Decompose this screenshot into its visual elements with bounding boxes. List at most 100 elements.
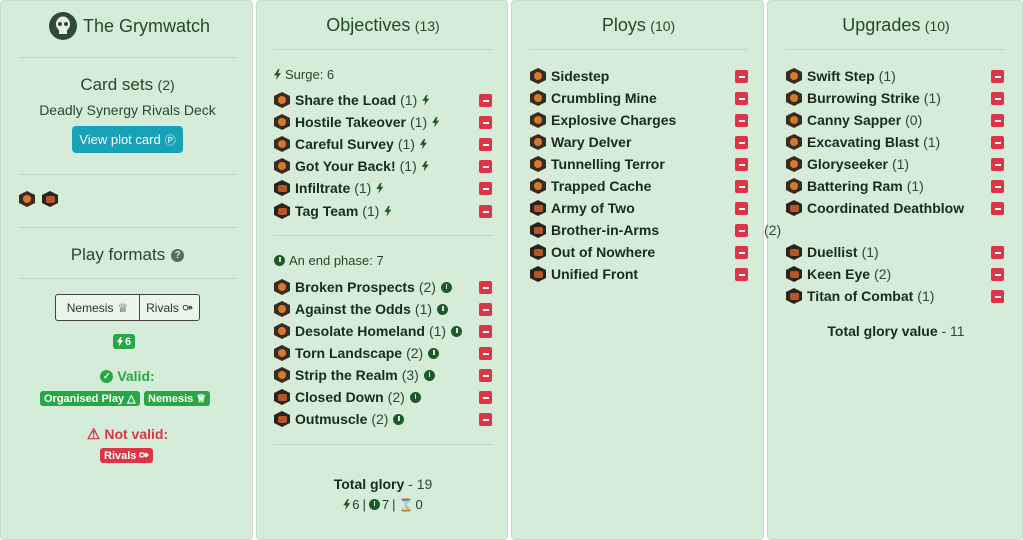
surge-icon xyxy=(384,205,392,217)
clock-icon xyxy=(437,303,449,315)
list-item[interactable]: Broken Prospects (2) xyxy=(274,278,452,296)
compass-icon: Ⓟ xyxy=(164,134,176,147)
not-valid-label: Not valid: xyxy=(104,426,169,442)
list-item[interactable]: Brother-in-Arms xyxy=(530,221,659,239)
remove-button[interactable] xyxy=(479,391,492,404)
list-item[interactable]: Keen Eye (2) xyxy=(786,265,891,283)
faction-logo-icon xyxy=(49,12,77,40)
remove-button[interactable] xyxy=(735,70,748,83)
list-item[interactable]: Wary Delver xyxy=(530,133,631,151)
remove-button[interactable] xyxy=(735,202,748,215)
list-item[interactable]: Closed Down (2) xyxy=(274,388,421,406)
format-nemesis-toggle[interactable]: Nemesis ♕ xyxy=(56,295,140,320)
play-formats-title: Play formats xyxy=(70,245,166,264)
crown-icon: ♕ xyxy=(117,300,129,315)
remove-button[interactable] xyxy=(991,92,1004,105)
remove-button[interactable] xyxy=(991,202,1004,215)
list-item[interactable]: Strip the Realm (3) xyxy=(274,366,435,384)
list-item[interactable]: Tunnelling Terror xyxy=(530,155,665,173)
list-item[interactable]: Duellist (1) xyxy=(786,243,879,261)
list-item[interactable]: Out of Nowhere xyxy=(530,243,655,261)
surge-icon xyxy=(422,94,430,106)
list-item[interactable]: Swift Step (1) xyxy=(786,67,896,85)
remove-button[interactable] xyxy=(991,246,1004,259)
remove-button[interactable] xyxy=(991,180,1004,193)
list-item[interactable]: Burrowing Strike (1) xyxy=(786,89,941,107)
list-item[interactable]: Got Your Back! (1) xyxy=(274,157,429,175)
list-item[interactable]: Trapped Cache xyxy=(530,177,651,195)
surge-badge: 6 xyxy=(113,334,136,349)
clock-icon xyxy=(368,499,380,510)
remove-button[interactable] xyxy=(991,290,1004,303)
remove-button[interactable] xyxy=(479,160,492,173)
list-item[interactable]: Crumbling Mine xyxy=(530,89,657,107)
remove-button[interactable] xyxy=(735,92,748,105)
list-item[interactable]: Titan of Combat (1) xyxy=(786,287,934,305)
trophy-icon: △ xyxy=(127,393,136,405)
clock-icon xyxy=(409,391,421,403)
remove-button[interactable] xyxy=(479,205,492,218)
view-plot-card-label: View plot card xyxy=(79,132,161,147)
remove-button[interactable] xyxy=(735,224,748,237)
objectives-title: Objectives xyxy=(326,15,411,35)
faction-title: The Grymwatch xyxy=(83,16,211,36)
list-item[interactable]: Against the Odds (1) xyxy=(274,300,449,318)
list-item[interactable]: Tag Team (1) xyxy=(274,202,392,220)
remove-button[interactable] xyxy=(735,246,748,259)
remove-button[interactable] xyxy=(479,138,492,151)
surge-icon xyxy=(343,499,351,510)
list-item[interactable]: Outmuscle (2) xyxy=(274,410,405,428)
list-item[interactable]: Gloryseeker (1) xyxy=(786,155,909,173)
clock-icon xyxy=(274,255,285,266)
surge-icon xyxy=(432,116,440,128)
list-item[interactable]: Sidestep xyxy=(530,67,609,85)
remove-button[interactable] xyxy=(735,114,748,127)
remove-button[interactable] xyxy=(479,94,492,107)
remove-button[interactable] xyxy=(735,180,748,193)
format-rivals-toggle[interactable]: Rivals ⚩ xyxy=(140,295,199,320)
remove-button[interactable] xyxy=(991,70,1004,83)
list-item[interactable]: Canny Sapper (0) xyxy=(786,111,922,129)
rivals-icon: ⚩ xyxy=(139,450,149,462)
view-plot-card-button[interactable]: View plot card Ⓟ xyxy=(72,126,183,153)
remove-button[interactable] xyxy=(479,281,492,294)
valid-tag-nemesis: Nemesis ♕ xyxy=(144,391,211,406)
remove-button[interactable] xyxy=(479,413,492,426)
list-item[interactable]: Infiltrate (1) xyxy=(274,179,384,197)
clock-icon xyxy=(393,413,405,425)
list-item[interactable]: Torn Landscape (2) xyxy=(274,344,440,362)
upgrades-count: (10) xyxy=(924,18,950,34)
list-item[interactable]: Desolate Homeland (1) xyxy=(274,322,463,340)
card-set-icons xyxy=(19,191,63,207)
surge-section-header: Surge: 6 xyxy=(274,67,334,82)
list-item[interactable]: Coordinated Deathblow (2) xyxy=(764,197,978,238)
list-item[interactable]: Explosive Charges xyxy=(530,111,676,129)
list-item[interactable]: Battering Ram (1) xyxy=(786,177,924,195)
remove-button[interactable] xyxy=(991,136,1004,149)
list-item[interactable]: Hostile Takeover (1) xyxy=(274,113,440,131)
remove-button[interactable] xyxy=(479,369,492,382)
surge-icon xyxy=(376,182,384,194)
list-item[interactable]: Share the Load (1) xyxy=(274,91,430,109)
remove-button[interactable] xyxy=(735,158,748,171)
check-icon: ✓ xyxy=(100,369,114,383)
remove-button[interactable] xyxy=(735,268,748,281)
remove-button[interactable] xyxy=(479,347,492,360)
remove-button[interactable] xyxy=(479,325,492,338)
list-item[interactable]: Careful Survey (1) xyxy=(274,135,427,153)
help-icon[interactable]: ? xyxy=(171,248,185,262)
remove-button[interactable] xyxy=(479,182,492,195)
remove-button[interactable] xyxy=(991,158,1004,171)
remove-button[interactable] xyxy=(991,114,1004,127)
remove-button[interactable] xyxy=(479,116,492,129)
crown-icon: ♕ xyxy=(196,393,207,405)
remove-button[interactable] xyxy=(479,303,492,316)
list-item[interactable]: Army of Two xyxy=(530,199,635,217)
rivals-icon: ⚩ xyxy=(182,300,193,315)
valid-label: Valid: xyxy=(117,368,155,384)
list-item[interactable]: Excavating Blast (1) xyxy=(786,133,940,151)
remove-button[interactable] xyxy=(991,268,1004,281)
valid-tag-organised-play: Organised Play △ xyxy=(40,391,140,406)
remove-button[interactable] xyxy=(735,136,748,149)
list-item[interactable]: Unified Front xyxy=(530,265,638,283)
